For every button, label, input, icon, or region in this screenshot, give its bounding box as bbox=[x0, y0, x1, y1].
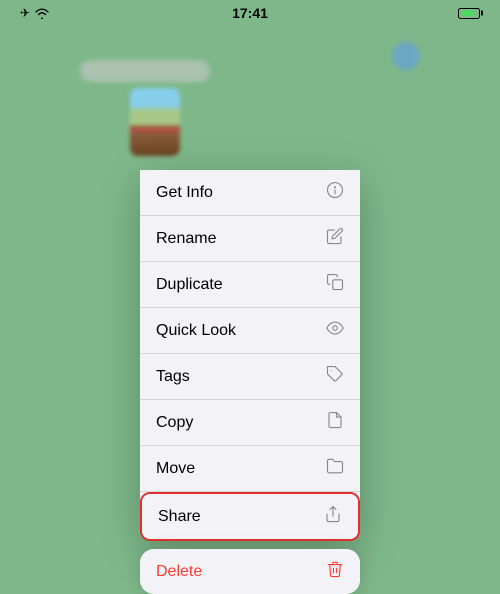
bg-image bbox=[130, 88, 180, 156]
share-icon bbox=[324, 505, 342, 528]
menu-item-tags[interactable]: Tags bbox=[140, 354, 360, 400]
context-menu: Get Info Rename Duplicate bbox=[140, 170, 360, 594]
menu-item-share-label: Share bbox=[158, 508, 201, 526]
menu-item-move-label: Move bbox=[156, 460, 195, 478]
pencil-icon bbox=[326, 227, 344, 250]
trash-icon bbox=[326, 560, 344, 583]
delete-menu: Delete bbox=[140, 549, 360, 594]
menu-item-move[interactable]: Move bbox=[140, 446, 360, 492]
menu-item-quick-look[interactable]: Quick Look bbox=[140, 308, 360, 354]
duplicate-icon bbox=[326, 273, 344, 296]
menu-item-rename[interactable]: Rename bbox=[140, 216, 360, 262]
status-time: 17:41 bbox=[232, 5, 268, 21]
menu-item-get-info-label: Get Info bbox=[156, 184, 213, 202]
menu-item-delete[interactable]: Delete bbox=[140, 549, 360, 594]
wifi-icon bbox=[34, 7, 50, 19]
menu-item-rename-label: Rename bbox=[156, 230, 216, 248]
status-right bbox=[458, 8, 480, 19]
main-menu: Get Info Rename Duplicate bbox=[140, 170, 360, 541]
copy-icon bbox=[326, 411, 344, 434]
tag-icon bbox=[326, 365, 344, 388]
menu-item-get-info[interactable]: Get Info bbox=[140, 170, 360, 216]
airplane-icon: ✈ bbox=[20, 6, 30, 20]
info-icon bbox=[326, 181, 344, 204]
battery-icon bbox=[458, 8, 480, 19]
menu-item-share[interactable]: Share bbox=[142, 494, 358, 539]
status-left: ✈ bbox=[20, 6, 50, 20]
menu-item-tags-label: Tags bbox=[156, 368, 190, 386]
menu-item-duplicate[interactable]: Duplicate bbox=[140, 262, 360, 308]
menu-item-delete-label: Delete bbox=[156, 563, 202, 581]
bg-chat-bubble bbox=[80, 60, 210, 82]
menu-item-duplicate-label: Duplicate bbox=[156, 276, 223, 294]
bg-dot bbox=[392, 42, 420, 70]
folder-icon bbox=[326, 457, 344, 480]
share-item-wrapper: Share bbox=[140, 492, 360, 541]
eye-icon bbox=[326, 319, 344, 342]
menu-item-copy[interactable]: Copy bbox=[140, 400, 360, 446]
status-bar: ✈ 17:41 bbox=[0, 0, 500, 24]
menu-item-copy-label: Copy bbox=[156, 414, 193, 432]
menu-item-quick-look-label: Quick Look bbox=[156, 322, 236, 340]
